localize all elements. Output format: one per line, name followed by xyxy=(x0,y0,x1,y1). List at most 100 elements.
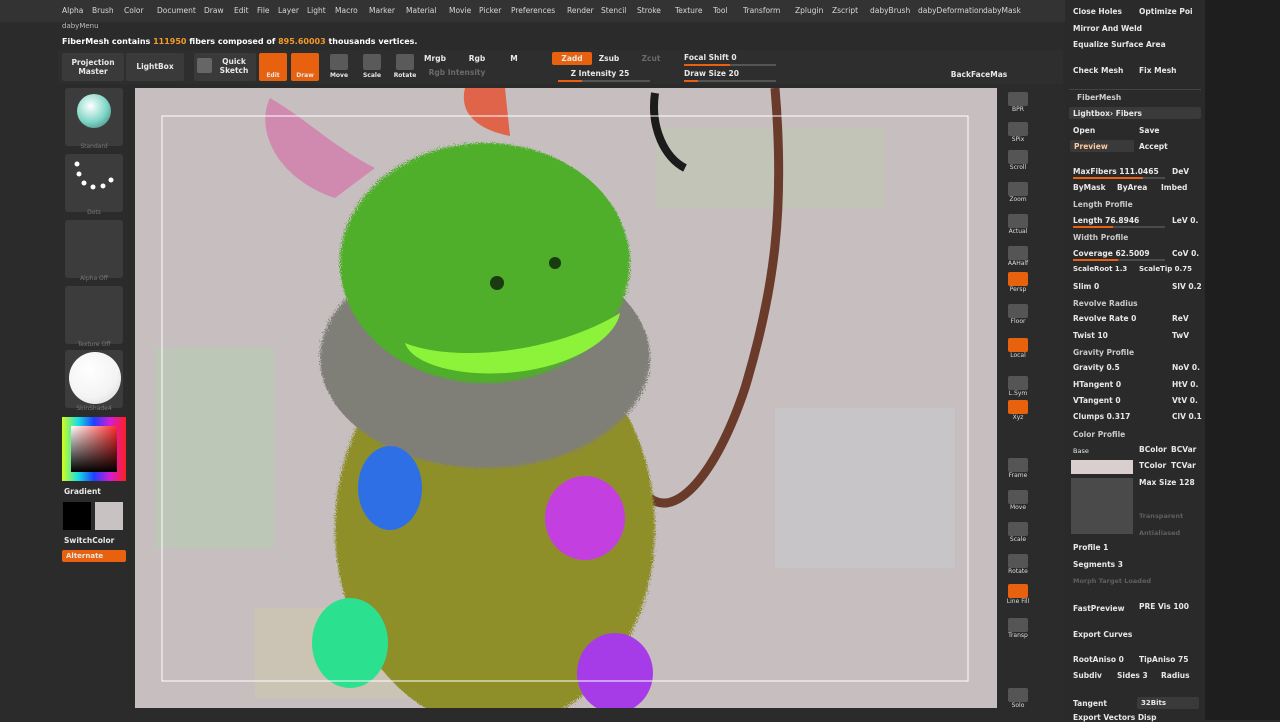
shelf-bpr-button[interactable]: BPR xyxy=(1003,90,1033,118)
zsub-button[interactable]: Zsub xyxy=(594,54,624,63)
bcolor-button[interactable]: BColor xyxy=(1139,445,1167,454)
z-intensity-slider[interactable]: Z Intensity 25 xyxy=(558,69,642,78)
bcvar-slider[interactable]: BCVar xyxy=(1171,445,1196,454)
slim-slider[interactable]: Slim 0 xyxy=(1073,282,1099,291)
maxfibers-track[interactable] xyxy=(1073,177,1165,179)
twist-slider[interactable]: Twist 10 xyxy=(1073,331,1108,340)
main-color-swatch[interactable] xyxy=(63,502,91,530)
bymask-button[interactable]: ByMask xyxy=(1073,183,1106,192)
backfacemask-button[interactable]: BackFaceMas xyxy=(944,70,1014,79)
rgb-button[interactable]: Rgb xyxy=(462,54,492,63)
focal-shift-slider[interactable]: Focal Shift 0 xyxy=(684,53,754,62)
vtv-slider[interactable]: VtV 0. xyxy=(1172,396,1198,405)
subdiv-button[interactable]: Subdiv xyxy=(1073,671,1102,680)
menu-item-transform[interactable]: Transform xyxy=(743,6,780,15)
color-picker-hue-ring[interactable] xyxy=(62,417,126,481)
menu-item-stroke[interactable]: Stroke xyxy=(637,6,661,15)
switchcolor-button[interactable]: SwitchColor xyxy=(64,536,114,545)
clumps-slider[interactable]: Clumps 0.317 xyxy=(1073,412,1130,421)
material-thumbnail[interactable] xyxy=(65,350,123,408)
shelf-persp-button[interactable]: Persp xyxy=(1003,270,1033,298)
menu-item-color[interactable]: Color xyxy=(124,6,144,15)
menu-item-dabydeformation[interactable]: dabyDeformation xyxy=(918,6,983,15)
document-canvas[interactable] xyxy=(135,88,997,708)
imbed-slider[interactable]: Imbed xyxy=(1161,183,1187,192)
menu-item-tool[interactable]: Tool xyxy=(713,6,728,15)
tipaniso-slider[interactable]: TipAniso 75 xyxy=(1139,655,1188,664)
previs-slider[interactable]: PRE Vis 100 xyxy=(1139,602,1189,611)
lev-slider[interactable]: LeV 0. xyxy=(1172,216,1198,225)
draw-size-track[interactable] xyxy=(684,80,776,82)
check-mesh-button[interactable]: Check Mesh xyxy=(1073,66,1123,75)
scale-button[interactable]: Scale xyxy=(357,71,387,80)
export-curves-button[interactable]: Export Curves xyxy=(1073,630,1132,639)
tangent-button[interactable]: Tangent xyxy=(1073,699,1107,708)
segments-slider[interactable]: Segments 3 xyxy=(1073,560,1123,569)
shelf-scroll-button[interactable]: Scroll xyxy=(1003,148,1033,176)
coverage-track[interactable] xyxy=(1073,259,1165,261)
menu-item-draw[interactable]: Draw xyxy=(204,6,224,15)
texture-slot[interactable] xyxy=(1071,478,1133,534)
texture-thumbnail[interactable] xyxy=(65,286,123,344)
menu-item-texture[interactable]: Texture xyxy=(675,6,702,15)
htangent-slider[interactable]: HTangent 0 xyxy=(1073,380,1121,389)
optimize-points-button[interactable]: Optimize Poi xyxy=(1139,7,1193,16)
mirror-weld-button[interactable]: Mirror And Weld xyxy=(1073,24,1142,33)
shelf-zoom-button[interactable]: Zoom xyxy=(1003,180,1033,208)
menu-item-dabybrush[interactable]: dabyBrush xyxy=(870,6,910,15)
shelf-frame-button[interactable]: Frame xyxy=(1003,456,1033,484)
menu-item-layer[interactable]: Layer xyxy=(278,6,299,15)
menu-daby[interactable]: dabyMenu xyxy=(62,22,99,30)
focal-shift-track[interactable] xyxy=(684,64,776,66)
length-profile-button[interactable]: Length Profile xyxy=(1073,200,1133,209)
shelf-scale-button[interactable]: Scale xyxy=(1003,520,1033,548)
gravity-profile-button[interactable]: Gravity Profile xyxy=(1073,348,1134,357)
color-picker-square[interactable] xyxy=(71,426,117,472)
radius-slider[interactable]: Radius xyxy=(1161,671,1190,680)
revolve-rate-slider[interactable]: Revolve Rate 0 xyxy=(1073,314,1136,323)
morph-target-button[interactable]: Morph Target Loaded xyxy=(1073,577,1151,585)
save-button[interactable]: Save xyxy=(1139,126,1159,135)
tcvar-slider[interactable]: TCVar xyxy=(1171,461,1196,470)
equalize-surface-button[interactable]: Equalize Surface Area xyxy=(1073,40,1166,49)
tcolor-button[interactable]: TColor xyxy=(1139,461,1166,470)
cov-slider[interactable]: CoV 0. xyxy=(1172,249,1199,258)
zcut-button[interactable]: Zcut xyxy=(636,54,666,63)
z-intensity-track[interactable] xyxy=(558,80,650,82)
menu-item-edit[interactable]: Edit xyxy=(234,6,249,15)
twv-slider[interactable]: TwV xyxy=(1172,331,1189,340)
gravity-slider[interactable]: Gravity 0.5 xyxy=(1073,363,1120,372)
menu-item-alpha[interactable]: Alpha xyxy=(62,6,83,15)
shelf-floor-button[interactable]: Floor xyxy=(1003,302,1033,330)
menu-item-dabymask[interactable]: dabyMask xyxy=(983,6,1021,15)
mrgb-button[interactable]: Mrgb xyxy=(420,54,450,63)
fix-mesh-button[interactable]: Fix Mesh xyxy=(1139,66,1177,75)
rootaniso-slider[interactable]: RootAniso 0 xyxy=(1073,655,1124,664)
vtangent-slider[interactable]: VTangent 0 xyxy=(1073,396,1121,405)
menu-item-marker[interactable]: Marker xyxy=(369,6,395,15)
coverage-slider[interactable]: Coverage 62.5009 xyxy=(1073,249,1150,258)
length-slider[interactable]: Length 76.8946 xyxy=(1073,216,1139,225)
open-button[interactable]: Open xyxy=(1073,126,1095,135)
menu-item-picker[interactable]: Picker xyxy=(479,6,501,15)
gradient-label[interactable]: Gradient xyxy=(64,487,101,496)
antialiased-button[interactable]: Antialiased xyxy=(1139,529,1180,537)
length-track[interactable] xyxy=(1073,226,1165,228)
menu-item-brush[interactable]: Brush xyxy=(92,6,114,15)
nov-slider[interactable]: NoV 0. xyxy=(1172,363,1200,372)
fibermesh-header[interactable]: FiberMesh xyxy=(1077,93,1121,102)
rev-slider[interactable]: ReV xyxy=(1172,314,1189,323)
transparent-button[interactable]: Transparent xyxy=(1139,512,1183,520)
shelf-actual-button[interactable]: Actual xyxy=(1003,212,1033,240)
max-size-slider[interactable]: Max Size 128 xyxy=(1139,478,1195,487)
draw-size-slider[interactable]: Draw Size 20 xyxy=(684,69,754,78)
revolve-radius-button[interactable]: Revolve Radius xyxy=(1073,299,1138,308)
export-vectors-button[interactable]: Export Vectors Disp xyxy=(1073,713,1156,722)
shelf-transp-button[interactable]: Transp xyxy=(1003,616,1033,644)
byarea-button[interactable]: ByArea xyxy=(1117,183,1147,192)
menu-item-preferences[interactable]: Preferences xyxy=(511,6,555,15)
scaleroot-slider[interactable]: ScaleRoot 1.3 xyxy=(1073,265,1127,273)
shelf-spix-button[interactable]: SPix xyxy=(1003,120,1033,148)
shelf-move-button[interactable]: Move xyxy=(1003,488,1033,516)
shelf-solo-button[interactable]: Solo xyxy=(1003,686,1033,714)
